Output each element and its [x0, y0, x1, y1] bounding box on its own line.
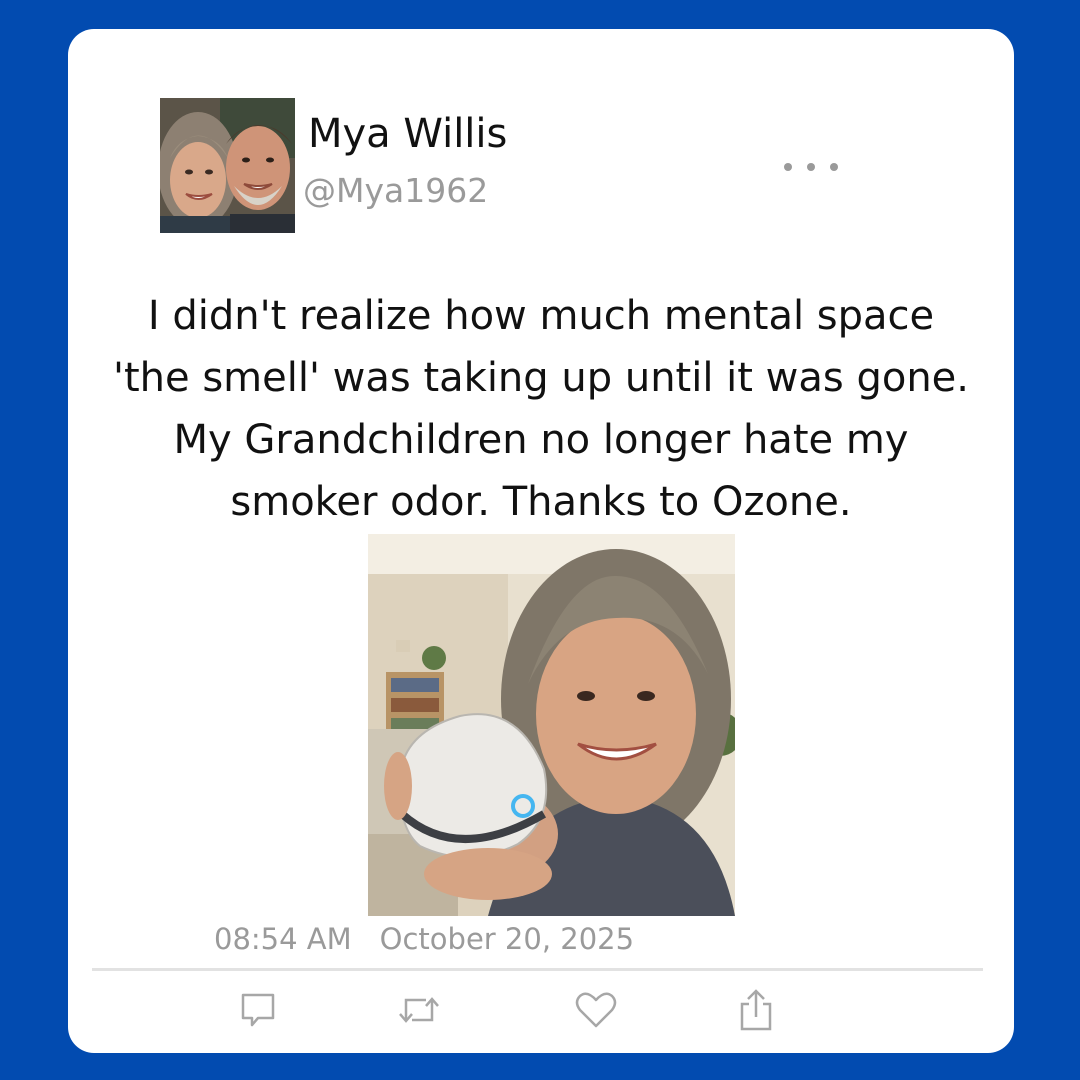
share-button[interactable]: [733, 987, 779, 1033]
tweet-text-line: smoker odor. Thanks to Ozone.: [230, 479, 852, 525]
tweet-photo[interactable]: [368, 534, 735, 916]
couple-avatar-photo: [160, 98, 295, 233]
tweet-date: October 20, 2025: [379, 922, 635, 956]
author-handle[interactable]: @Mya1962: [303, 171, 488, 210]
like-icon: [575, 992, 617, 1028]
author-avatar[interactable]: [160, 98, 295, 233]
tweet-time: 08:54 AM: [214, 922, 352, 956]
tweet-card: Mya Willis @Mya1962 I didn't realize how…: [68, 29, 1014, 1053]
reply-button[interactable]: [235, 987, 281, 1033]
share-icon: [740, 989, 772, 1031]
retweet-button[interactable]: [396, 987, 442, 1033]
divider: [92, 968, 983, 971]
more-options-icon[interactable]: [784, 153, 838, 181]
like-button[interactable]: [573, 987, 619, 1033]
author-name[interactable]: Mya Willis: [308, 111, 507, 157]
tweet-timestamp: 08:54 AM October 20, 2025: [214, 922, 634, 956]
tweet-text-line: 'the smell' was taking up until it was g…: [112, 355, 970, 401]
woman-holding-ozone-device-photo: [368, 534, 735, 916]
tweet-text: I didn't realize how much mental space '…: [78, 285, 1004, 533]
retweet-icon: [399, 997, 439, 1023]
reply-icon: [241, 993, 275, 1027]
tweet-text-line: I didn't realize how much mental space: [147, 293, 935, 339]
tweet-text-line: My Grandchildren no longer hate my: [173, 417, 909, 463]
